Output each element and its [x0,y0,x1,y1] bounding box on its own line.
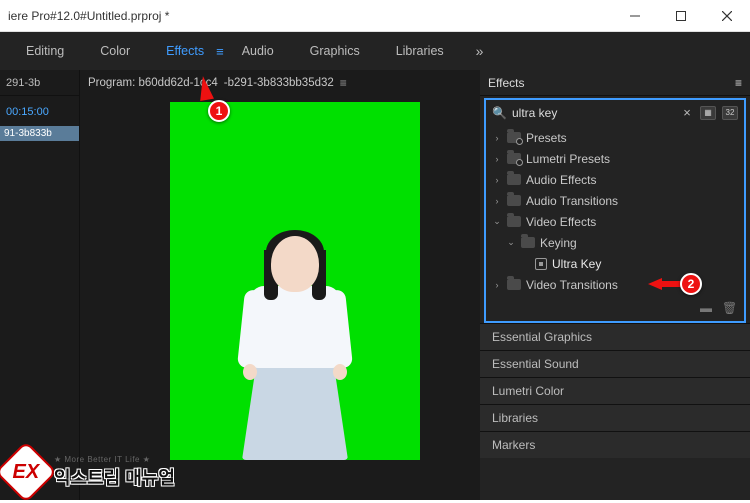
watermark-sub: ★ More Better IT Life ★ [54,455,175,464]
program-viewport[interactable] [80,96,480,500]
effects-search-input[interactable] [512,106,674,120]
new-bin-icon[interactable]: ▬ [700,301,714,313]
trash-icon[interactable]: 🗑 [722,301,736,313]
tree-ultra-key[interactable]: Ultra Key [492,253,740,274]
tab-editing[interactable]: Editing [8,32,82,70]
watermark-text: ★ More Better IT Life ★ 익스트림 매뉴얼 [54,455,175,490]
chevron-right-icon: › [492,133,502,143]
folder-icon [507,279,521,290]
main-area: 291-3b 00:15:00 91-3b833b Program: b60dd… [0,70,750,500]
fx-badge-icon[interactable]: ▦ [700,106,716,120]
callout-arrow-2 [648,278,682,290]
program-header: Program: b60dd62d-1cc4 -b291-3b833bb35d3… [80,70,480,96]
chevron-down-icon: ⌄ [506,237,516,248]
panel-essential-sound[interactable]: Essential Sound [480,350,750,377]
panel-essential-graphics[interactable]: Essential Graphics [480,323,750,350]
workspace-tab-bar: Editing Color Effects ≡ Audio Graphics L… [0,32,750,70]
window-title: iere Pro#12.0#Untitled.prproj * [8,9,169,23]
green-screen-preview [170,102,420,460]
right-panels: Effects ≡ 🔍 × ▦ 32 ›Presets ›Lumetri Pre… [480,70,750,500]
chevron-right-icon: › [492,154,502,164]
source-tab[interactable]: 291-3b [0,70,79,96]
source-panel: 291-3b 00:15:00 91-3b833b [0,70,80,500]
tree-presets[interactable]: ›Presets [492,127,740,148]
tab-libraries[interactable]: Libraries [378,32,462,70]
folder-icon [507,132,521,143]
tree-lumetri-presets[interactable]: ›Lumetri Presets [492,148,740,169]
folder-icon [507,153,521,164]
program-label-suffix: -b291-3b833bb35d32 [224,77,334,89]
tree-audio-transitions[interactable]: ›Audio Transitions [492,190,740,211]
tab-color[interactable]: Color [82,32,148,70]
chevron-right-icon: › [492,280,502,290]
tree-video-transitions[interactable]: ›Video Transitions [492,274,740,295]
program-monitor: Program: b60dd62d-1cc4 -b291-3b833bb35d3… [80,70,480,500]
workspace-overflow-icon[interactable]: » [462,43,498,59]
panel-menu-icon[interactable]: ≡ [735,76,742,90]
workspace-menu-icon[interactable]: ≡ [216,44,224,59]
effects-search-row: 🔍 × ▦ 32 [486,100,744,125]
search-icon: 🔍 [492,106,506,120]
effects-panel: Effects ≡ 🔍 × ▦ 32 ›Presets ›Lumetri Pre… [480,70,750,323]
program-menu-icon[interactable]: ≡ [340,76,347,90]
timecode[interactable]: 00:15:00 [0,96,79,124]
window-titlebar: iere Pro#12.0#Untitled.prproj * [0,0,750,32]
folder-icon [521,237,535,248]
effects-panel-body: 🔍 × ▦ 32 ›Presets ›Lumetri Presets ›Audi… [484,98,746,323]
effects-panel-title: Effects [488,76,524,90]
tab-audio[interactable]: Audio [224,32,292,70]
tree-keying[interactable]: ⌄Keying [492,232,740,253]
chevron-right-icon: › [492,196,502,206]
watermark-main: 익스트림 매뉴얼 [54,464,175,490]
minimize-button[interactable] [612,0,658,32]
person-figure [235,230,355,460]
panel-libraries[interactable]: Libraries [480,404,750,431]
close-button[interactable] [704,0,750,32]
source-tab-label: 291-3b [6,77,40,89]
callout-2: 2 [680,273,702,295]
clear-search-icon[interactable]: × [680,105,694,120]
callout-1: 1 [208,100,230,122]
tab-graphics[interactable]: Graphics [292,32,378,70]
folder-icon [507,195,521,206]
tab-effects[interactable]: Effects [148,32,222,70]
maximize-button[interactable] [658,0,704,32]
effect-preset-icon [535,258,547,270]
fx-32bit-icon[interactable]: 32 [722,106,738,120]
chevron-right-icon: › [492,175,502,185]
folder-icon [507,216,521,227]
tree-video-effects[interactable]: ⌄Video Effects [492,211,740,232]
watermark-logo: EX [0,441,57,503]
panel-lumetri-color[interactable]: Lumetri Color [480,377,750,404]
watermark: EX ★ More Better IT Life ★ 익스트림 매뉴얼 [4,450,175,494]
folder-icon [507,174,521,185]
effects-footer: ▬ 🗑 [486,295,744,315]
chevron-down-icon: ⌄ [492,216,502,227]
tree-audio-effects[interactable]: ›Audio Effects [492,169,740,190]
window-controls [612,0,750,32]
effects-tree: ›Presets ›Lumetri Presets ›Audio Effects… [486,125,744,295]
app-body: Editing Color Effects ≡ Audio Graphics L… [0,32,750,500]
effects-panel-header[interactable]: Effects ≡ [480,70,750,96]
panel-markers[interactable]: Markers [480,431,750,458]
timeline-clip[interactable]: 91-3b833b [0,126,79,141]
